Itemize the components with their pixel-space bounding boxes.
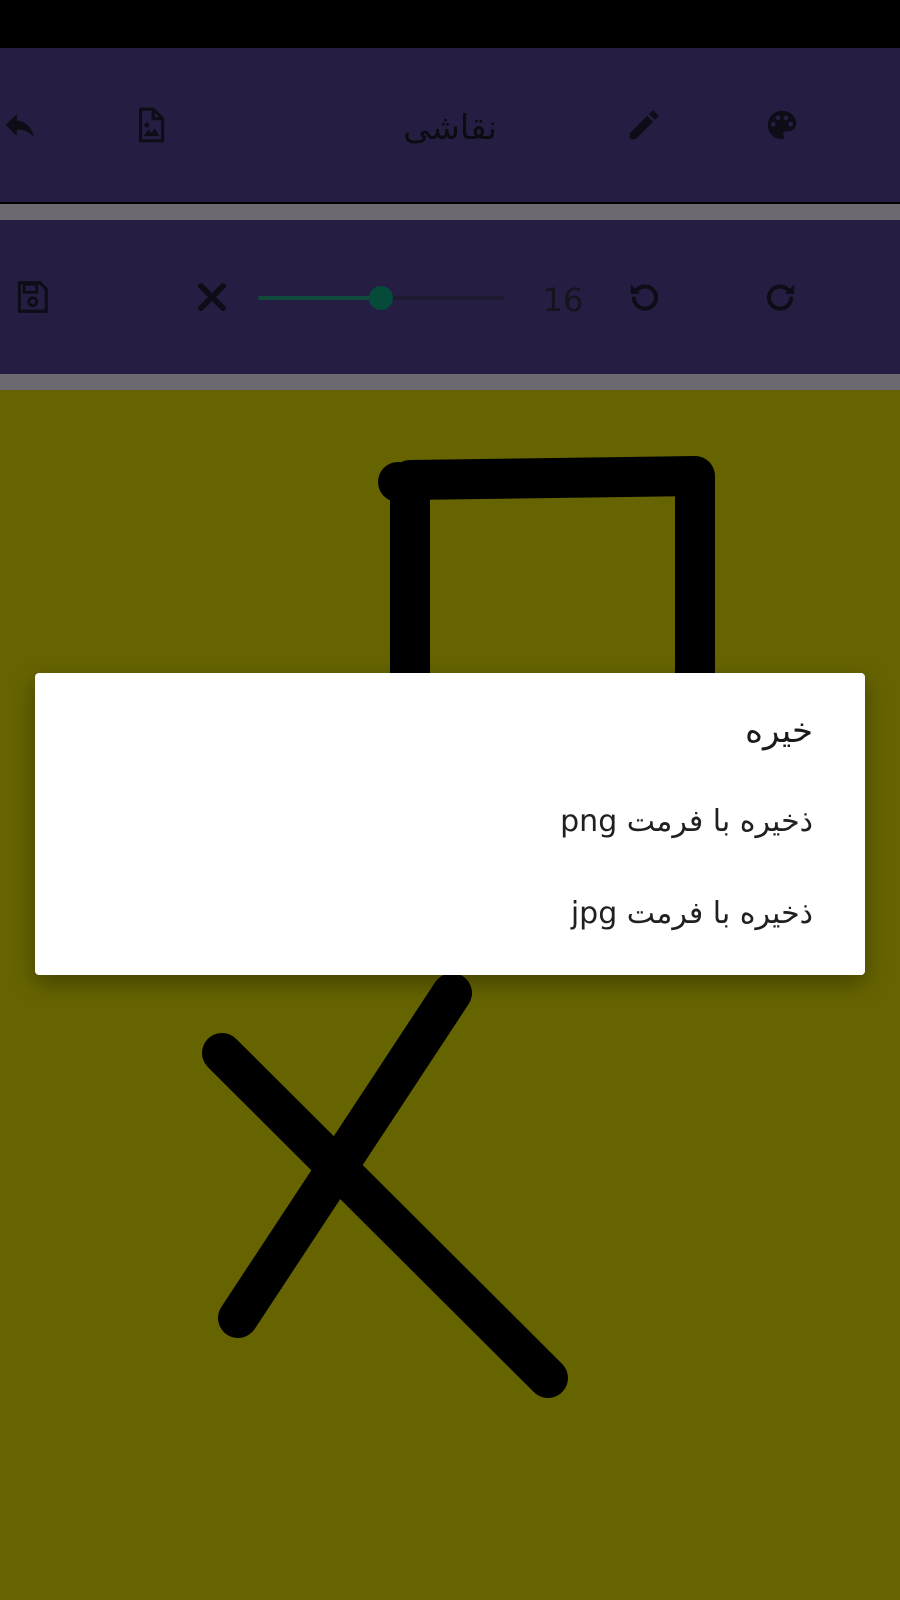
brush-size-slider[interactable] xyxy=(258,280,504,316)
slider-thumb[interactable] xyxy=(369,286,393,310)
drawing-canvas[interactable] xyxy=(0,390,900,1600)
brush-size-value: 16 xyxy=(542,281,584,319)
save-png-option[interactable]: ذخیره با فرمت png xyxy=(73,791,813,851)
save-dialog: خیره ذخیره با فرمت png ذخیره با فرمت jpg xyxy=(35,673,865,975)
rotate-left-icon[interactable] xyxy=(617,269,673,325)
save-jpg-option[interactable]: ذخیره با فرمت jpg xyxy=(73,883,813,943)
drawing-strokes xyxy=(202,456,715,1398)
dialog-title: خیره xyxy=(745,711,813,751)
palette-icon[interactable] xyxy=(754,97,810,153)
image-file-icon[interactable] xyxy=(122,97,178,153)
save-icon[interactable] xyxy=(4,269,60,325)
undo-arrow-icon[interactable] xyxy=(0,97,48,153)
drawn-stroke-rectangle xyxy=(390,456,715,710)
toolbar-divider xyxy=(0,204,900,220)
close-icon[interactable] xyxy=(184,269,240,325)
toolbar-divider-2 xyxy=(0,374,900,390)
pencil-icon[interactable] xyxy=(616,97,672,153)
app-title: نقاشی xyxy=(403,108,497,148)
drawn-stroke-dot xyxy=(378,462,418,502)
slider-fill xyxy=(258,296,381,300)
rotate-right-icon[interactable] xyxy=(752,269,808,325)
status-bar xyxy=(0,0,900,48)
